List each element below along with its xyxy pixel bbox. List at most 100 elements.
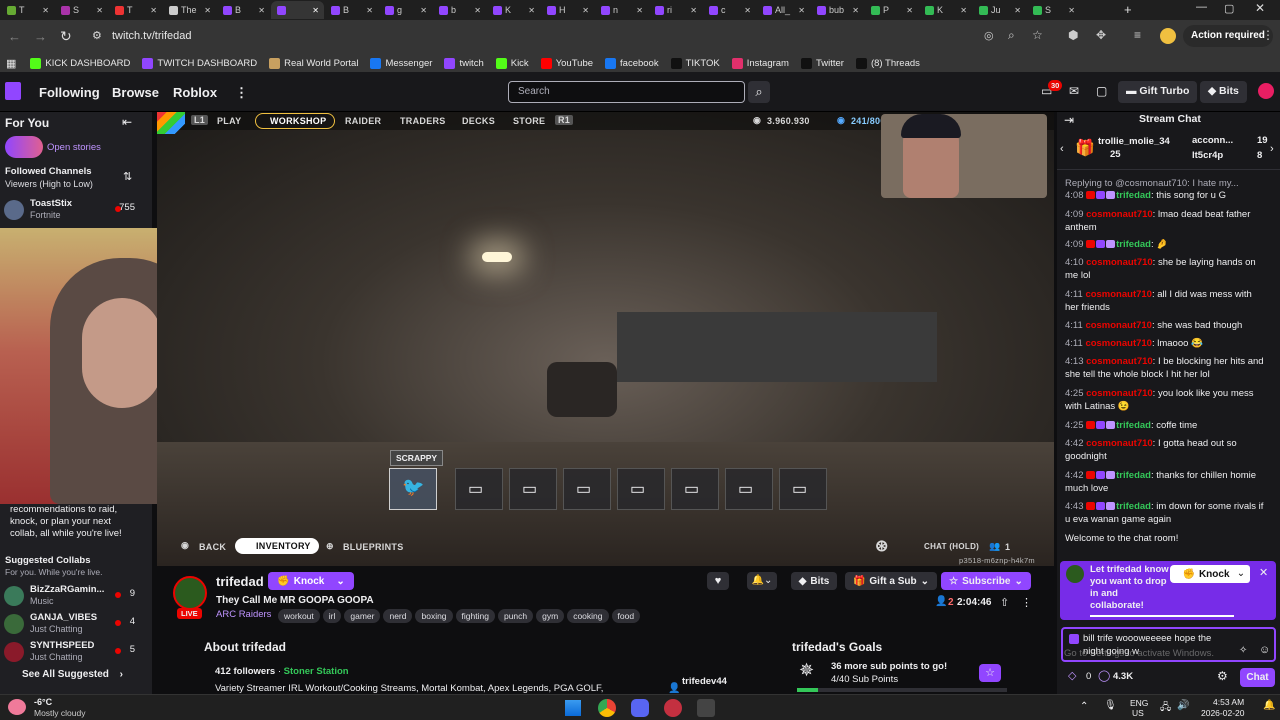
game-menu-raider[interactable]: RAIDER	[345, 116, 381, 126]
close-tab-icon[interactable]: ✕	[636, 6, 643, 15]
discord-icon[interactable]	[631, 699, 649, 717]
close-tab-icon[interactable]: ✕	[96, 6, 103, 15]
chat-badge-icon[interactable]	[1086, 421, 1096, 429]
close-tab-icon[interactable]: ✕	[528, 6, 535, 15]
bookmark-item[interactable]: TIKTOK	[670, 57, 720, 69]
bookmark-item[interactable]: Real World Portal	[269, 57, 358, 69]
bookmark-item[interactable]: facebook	[605, 57, 659, 69]
chat-username[interactable]: cosmonaut710	[1086, 209, 1153, 220]
weather-desc[interactable]: Mostly cloudy	[34, 708, 86, 718]
gift-sub-button[interactable]: 🎁 Gift a Sub ⌄	[845, 572, 937, 590]
stories-avatars[interactable]	[5, 136, 43, 158]
notifications-bell-button[interactable]: 🔔⌄	[747, 572, 777, 590]
game-menu-traders[interactable]: TRADERS	[400, 116, 446, 126]
game-back-button[interactable]: BACK	[199, 542, 226, 552]
bookmark-item[interactable]: Messenger	[370, 57, 432, 69]
browser-tab[interactable]: H ✕	[541, 1, 594, 19]
twitch-logo-icon[interactable]	[5, 82, 21, 100]
chat-badge-icon[interactable]	[1086, 191, 1096, 199]
user-avatar[interactable]	[1258, 83, 1274, 99]
app-icon[interactable]	[664, 699, 682, 717]
game-inventory-tab[interactable]: INVENTORY	[235, 538, 319, 554]
close-tab-icon[interactable]: ✕	[852, 6, 859, 15]
team-link[interactable]: Stoner Station	[284, 666, 349, 677]
more-dots-icon[interactable]: ⋮	[235, 85, 248, 101]
see-all-suggested-link[interactable]: See All Suggested ›	[22, 669, 123, 680]
inventory-slot[interactable]: ▭	[455, 468, 503, 510]
chevron-left-icon[interactable]: ‹	[1060, 143, 1064, 155]
nav-following[interactable]: Following	[39, 85, 100, 100]
browser-tab[interactable]: c ✕	[703, 1, 756, 19]
close-tab-icon[interactable]: ✕	[582, 6, 589, 15]
notification-bell-icon[interactable]: 🔔	[1263, 700, 1275, 711]
follow-heart-button[interactable]: ♥	[707, 572, 729, 590]
close-tab-icon[interactable]: ✕	[474, 6, 481, 15]
stream-tag[interactable]: nerd	[383, 609, 413, 623]
close-tab-icon[interactable]: ✕	[312, 6, 319, 15]
chat-username[interactable]: cosmonaut710	[1085, 289, 1152, 300]
panel-username[interactable]: trifedev44	[682, 676, 727, 687]
chat-username[interactable]: cosmonaut710	[1085, 338, 1152, 349]
back-icon[interactable]: ←	[8, 29, 21, 44]
chat-username[interactable]: trifedad	[1116, 420, 1151, 431]
stream-tag[interactable]: cooking	[567, 609, 609, 623]
subscribe-button[interactable]: ☆ Subscribe ⌄	[941, 572, 1031, 590]
bookmark-item[interactable]: KICK DASHBOARD	[30, 57, 130, 69]
browser-tab[interactable]: K ✕	[919, 1, 972, 19]
channel-avatar-large[interactable]	[173, 576, 207, 610]
stream-game-link[interactable]: ARC Raiders	[216, 609, 271, 620]
channel-name-heading[interactable]: trifedad	[216, 574, 264, 589]
volume-icon[interactable]: 🔊	[1177, 700, 1189, 711]
chat-username[interactable]: trifedad	[1116, 501, 1151, 512]
bookmark-item[interactable]: (8) Threads	[855, 57, 920, 69]
chat-badge-icon[interactable]	[1096, 191, 1106, 199]
chat-username[interactable]: trifedad	[1116, 470, 1151, 481]
chat-badge-icon[interactable]	[1096, 471, 1106, 479]
bookmark-item[interactable]: Kick	[495, 57, 529, 69]
chat-username[interactable]: cosmonaut710	[1086, 438, 1153, 449]
browser-tab[interactable]: S ✕	[55, 1, 108, 19]
inventory-slot[interactable]: 🐦	[389, 468, 437, 510]
reload-icon[interactable]: ↻	[60, 28, 72, 45]
search-submit-icon[interactable]: ⌕	[748, 81, 770, 103]
stream-tag[interactable]: punch	[497, 609, 534, 623]
sort-icon[interactable]: ⇅	[123, 170, 132, 183]
chat-badge-icon[interactable]	[1086, 240, 1096, 248]
close-tab-icon[interactable]: ✕	[798, 6, 805, 15]
game-menu-store[interactable]: STORE	[513, 116, 545, 126]
language-region[interactable]: US	[1132, 708, 1144, 718]
close-icon[interactable]: ✕	[1259, 566, 1268, 579]
collapse-chat-icon[interactable]: ⇥	[1064, 113, 1074, 127]
browser-tab[interactable]: S ✕	[1027, 1, 1080, 19]
browser-tab[interactable]: ri ✕	[649, 1, 702, 19]
browser-tab[interactable]: P ✕	[865, 1, 918, 19]
channel-points-icon[interactable]: ◯	[1098, 669, 1110, 682]
inventory-slot[interactable]: ▭	[563, 468, 611, 510]
close-tab-icon[interactable]: ✕	[258, 6, 265, 15]
close-tab-icon[interactable]: ✕	[960, 6, 967, 15]
knock-button-header[interactable]: ✊ Knock ⌄	[268, 572, 354, 590]
close-tab-icon[interactable]: ✕	[906, 6, 913, 15]
microphone-icon[interactable]: 🎙	[1104, 700, 1117, 711]
chat-badge-icon[interactable]	[1106, 240, 1116, 248]
close-tab-icon[interactable]: ✕	[1068, 6, 1075, 15]
browser-tab[interactable]: B ✕	[325, 1, 378, 19]
chat-settings-icon[interactable]: ⚙	[1217, 669, 1228, 683]
chat-username[interactable]: cosmonaut710	[1086, 356, 1153, 367]
profile-avatar[interactable]	[1160, 28, 1176, 44]
minimize-icon[interactable]: —	[1196, 1, 1207, 13]
chat-input[interactable]: bill trife woooweeeee hope the night goi…	[1061, 627, 1276, 662]
language-code[interactable]: ENG	[1130, 698, 1148, 708]
browser-tab[interactable]: All_ ✕	[757, 1, 810, 19]
points-icon[interactable]: ◇	[1068, 669, 1076, 682]
chat-badge-icon[interactable]	[1106, 502, 1116, 510]
close-tab-icon[interactable]: ✕	[690, 6, 697, 15]
game-blueprints-tab[interactable]: BLUEPRINTS	[343, 542, 404, 552]
nav-browse[interactable]: Browse	[112, 85, 159, 100]
close-tab-icon[interactable]: ✕	[1014, 6, 1021, 15]
browser-tab[interactable]: The ✕	[163, 1, 216, 19]
inventory-slot[interactable]: ▭	[671, 468, 719, 510]
stream-tag[interactable]: workout	[278, 609, 320, 623]
more-options-icon[interactable]: ⋮	[1021, 596, 1032, 609]
browser-tab[interactable]: bub ✕	[811, 1, 864, 19]
